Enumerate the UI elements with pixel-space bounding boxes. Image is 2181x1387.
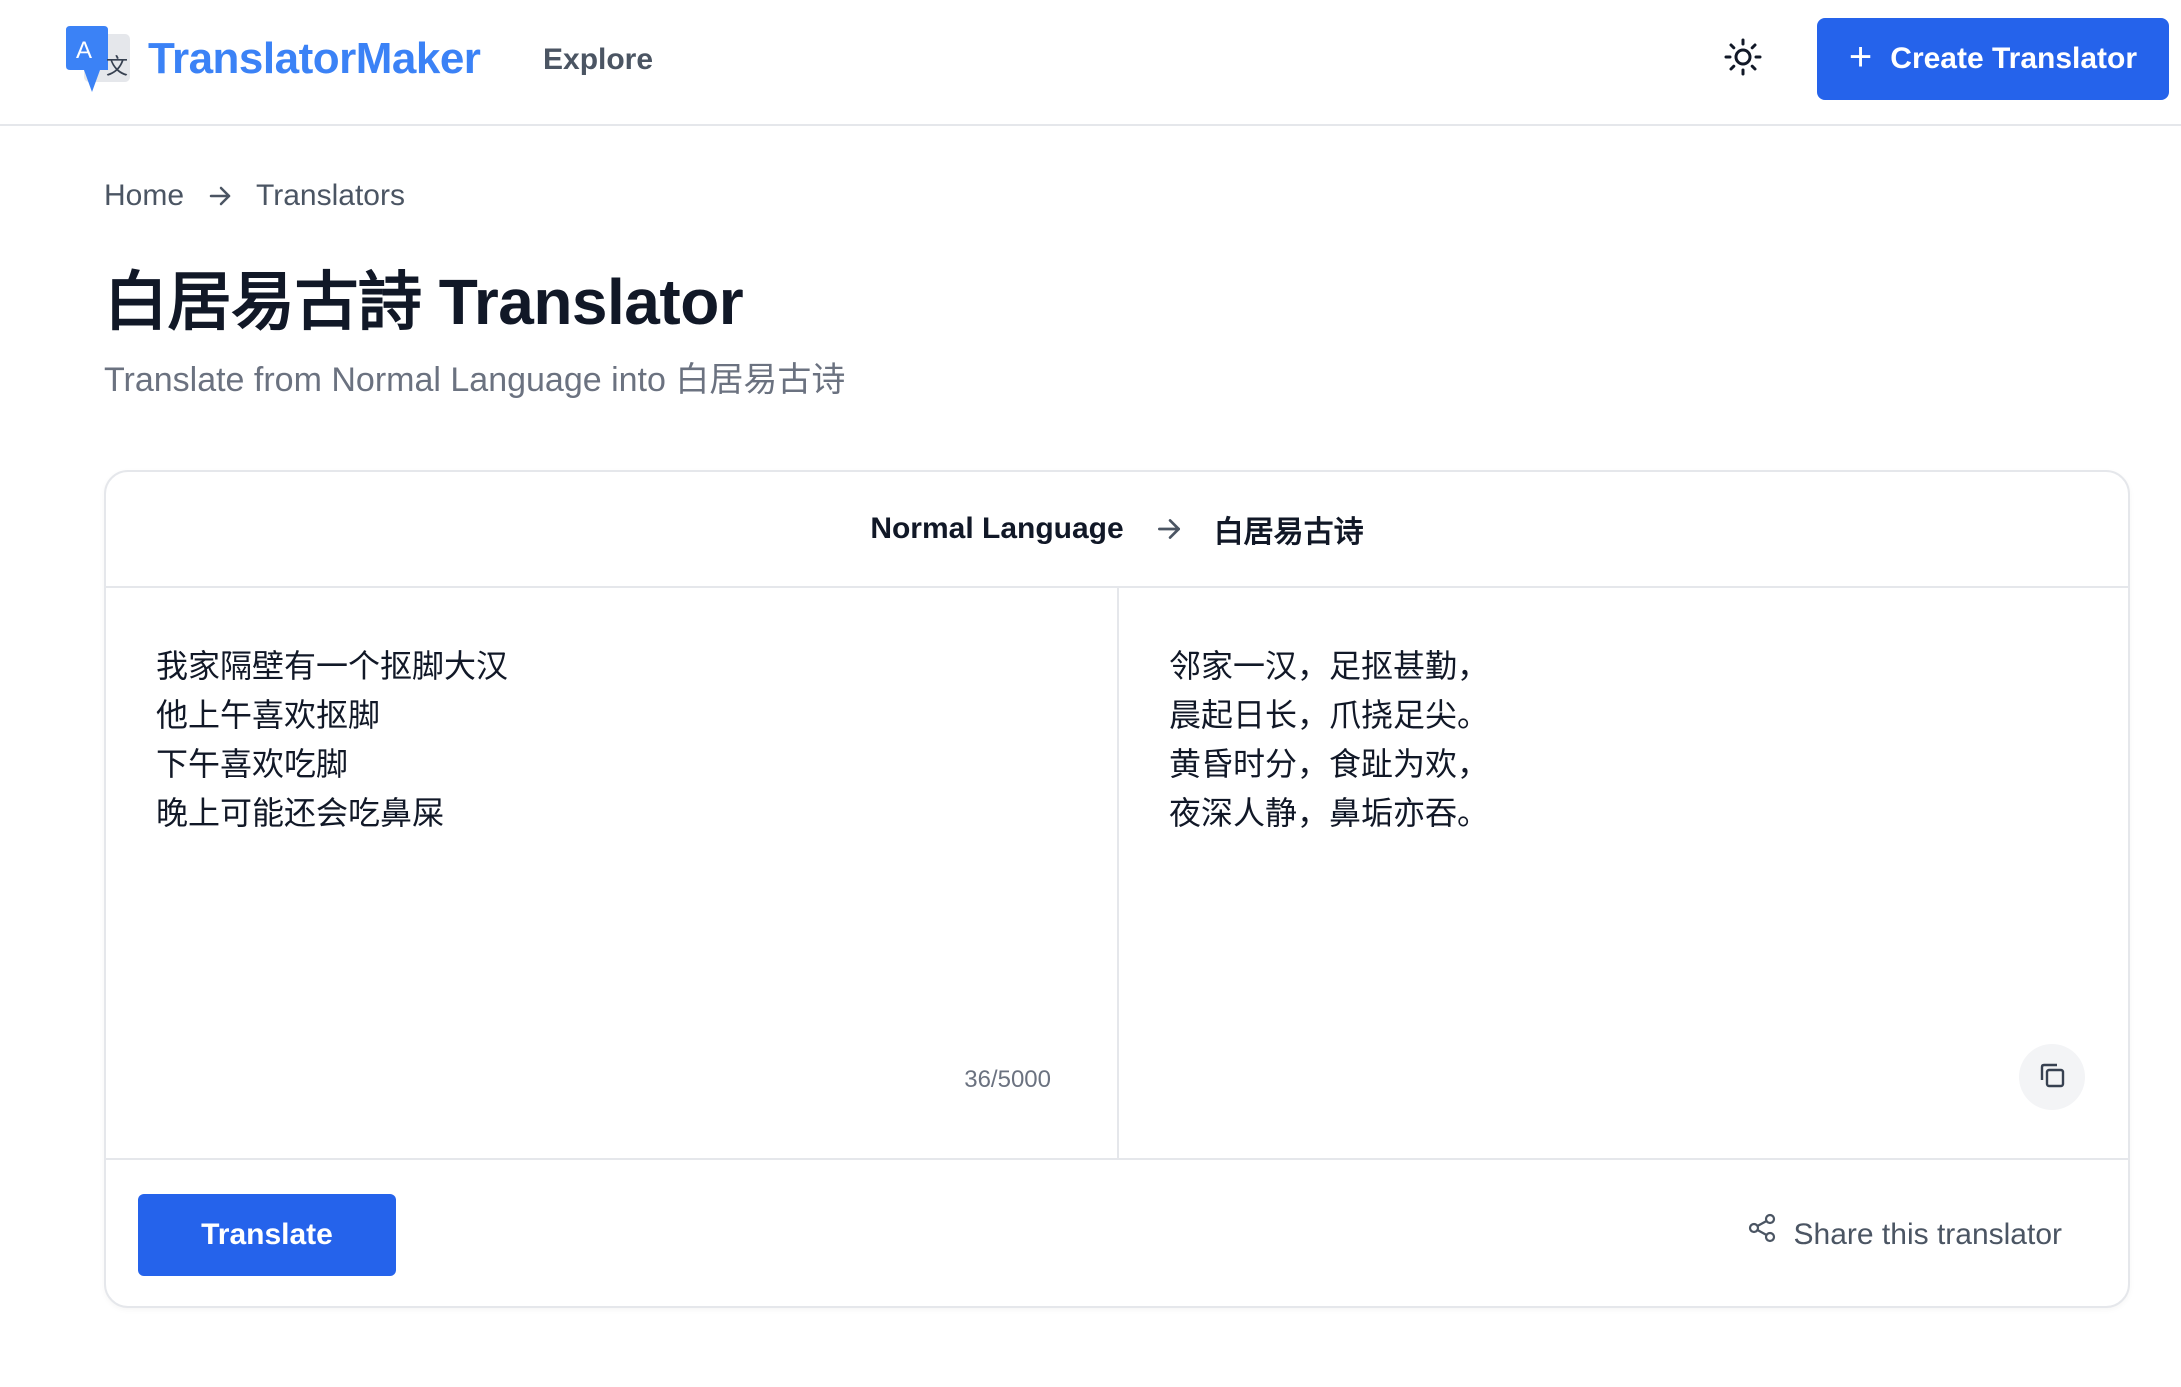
translate-logo-icon[interactable]: A 文 [64, 24, 132, 94]
plus-icon: + [1848, 35, 1873, 79]
target-language-label: 白居易古诗 [1213, 516, 1364, 549]
sun-icon [1723, 37, 1763, 82]
nav-explore-link[interactable]: Explore [543, 42, 653, 78]
card-footer: Translate Share this translator [106, 1158, 2128, 1306]
arrow-right-icon [206, 182, 234, 210]
breadcrumb-translators[interactable]: Translators [256, 178, 405, 214]
language-direction-bar: Normal Language 白居易古诗 [106, 472, 2128, 588]
character-count: 36/5000 [964, 1066, 1051, 1093]
create-translator-button[interactable]: + Create Translator [1817, 18, 2169, 100]
svg-text:A: A [76, 37, 92, 64]
source-line: 他上午喜欢抠脚 [156, 697, 381, 733]
output-text: 邻家一汉，足抠甚勤， 晨起日长，爪挠足尖。 黄昏时分，食趾为欢， 夜深人静，鼻垢… [1169, 642, 1489, 838]
share-label: Share this translator [1793, 1217, 2062, 1251]
breadcrumb-home[interactable]: Home [104, 178, 184, 214]
source-line: 下午喜欢吃脚 [156, 746, 349, 782]
output-line: 邻家一汉，足抠甚勤， [1169, 648, 1490, 684]
output-line: 晨起日长，爪挠足尖。 [1169, 697, 1490, 733]
share-translator-link[interactable]: Share this translator [1746, 1212, 2062, 1257]
arrow-right-icon [1154, 514, 1184, 544]
theme-toggle-button[interactable] [1720, 36, 1766, 82]
svg-text:文: 文 [106, 55, 128, 80]
share-icon [1746, 1212, 1778, 1257]
translation-output: 邻家一汉，足抠甚勤， 晨起日长，爪挠足尖。 黄昏时分，食趾为欢， 夜深人静，鼻垢… [1119, 588, 2128, 1158]
breadcrumb: Home Translators [104, 178, 405, 214]
brand-name[interactable]: TranslatorMaker [148, 34, 481, 84]
source-line: 晚上可能还会吃鼻屎 [156, 795, 445, 831]
output-line: 黄昏时分，食趾为欢， [1169, 746, 1490, 782]
source-line: 我家隔壁有一个抠脚大汉 [156, 648, 509, 684]
page-title: 白居易古詩 Translator [104, 266, 744, 338]
source-language-label: Normal Language [870, 512, 1124, 545]
copy-icon [2036, 1059, 2068, 1096]
copy-button[interactable] [2019, 1044, 2085, 1110]
top-navigation-bar: A 文 TranslatorMaker Explore + Create Tra… [0, 0, 2181, 126]
translate-button[interactable]: Translate [138, 1194, 396, 1276]
source-text[interactable]: 我家隔壁有一个抠脚大汉 他上午喜欢抠脚 下午喜欢吃脚 晚上可能还会吃鼻屎 [156, 642, 508, 838]
translator-card: Normal Language 白居易古诗 我家隔壁有一个抠脚大汉 他上午喜欢抠… [104, 470, 2130, 1308]
create-translator-label: Create Translator [1890, 42, 2138, 75]
page-subtitle: Translate from Normal Language into 白居易古… [104, 361, 846, 399]
output-line: 夜深人静，鼻垢亦吞。 [1169, 795, 1490, 831]
source-text-input[interactable]: 我家隔壁有一个抠脚大汉 他上午喜欢抠脚 下午喜欢吃脚 晚上可能还会吃鼻屎 36/… [106, 588, 1119, 1158]
